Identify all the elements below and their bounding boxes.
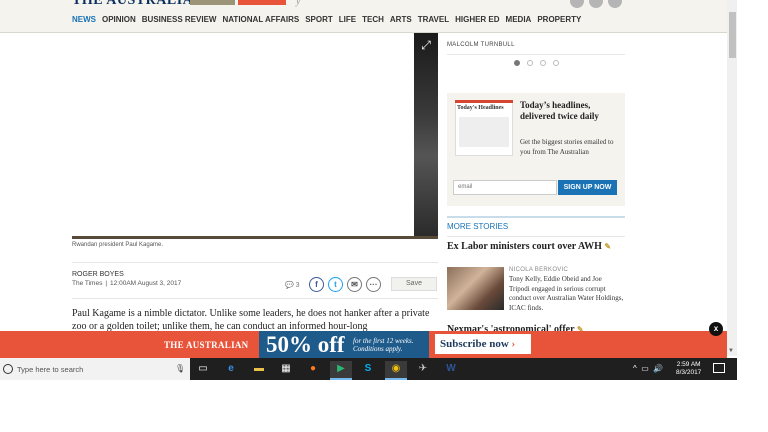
article-date: 12:00AM August 3, 2017 [110,280,182,287]
nav-item-arts[interactable]: ARTS [390,15,412,24]
chrome-icon[interactable]: ◉ [388,361,404,377]
twitter-icon[interactable] [589,0,603,8]
save-button[interactable]: Save [391,277,437,291]
clock-time: 2:59 AM [676,361,701,368]
carousel-dot[interactable] [540,60,546,66]
facebook-icon[interactable] [570,0,584,8]
story-author[interactable]: NICOLA BERKOVIC [509,267,568,273]
nav-item-property[interactable]: PROPERTY [537,15,581,24]
carousel-dot[interactable] [514,60,520,66]
email-input[interactable]: email [453,180,557,195]
task-view-icon[interactable]: ▭ [195,361,211,377]
comments-count[interactable]: 💬 3 [285,281,300,289]
share-email-icon[interactable]: ✉ [347,277,362,292]
nav-item-opinion[interactable]: OPINION [102,15,136,24]
masthead: THE AUSTRALIAN y [0,0,727,8]
video-frame [414,33,438,237]
taskbar-search-input[interactable]: Type here to search [17,365,83,374]
share-facebook-icon[interactable]: f [309,277,324,292]
nav-item-life[interactable]: LIFE [339,15,356,24]
skype-icon[interactable]: S [360,361,376,377]
banner-terms: for the first 12 weeks. Conditions apply… [353,337,414,353]
author-name[interactable]: ROGER BOYES [72,271,124,278]
notification-icon[interactable] [713,363,725,373]
newsletter-thumbnail-accent [455,100,513,103]
image-caption: Rwandan president Paul Kagame. [72,242,164,248]
nav-item-media[interactable]: MEDIA [506,15,532,24]
story-thumbnail[interactable] [447,267,504,310]
scrollbar-thumb[interactable] [729,12,736,58]
comment-icon: 💬 [285,282,294,289]
video-progress-strip [72,236,438,239]
cortana-search-icon [3,364,13,374]
browser-viewport: THE AUSTRALIAN y NEWS OPINION BUSINESS REV… [0,0,737,380]
login-button[interactable] [190,0,235,5]
share-more-icon[interactable]: ··· [366,277,381,292]
app-icon[interactable]: ✈ [415,361,431,377]
more-stories-title: MORE STORIES [447,222,509,231]
subscribe-now-label: Subscribe now [440,338,509,350]
story-headline-text: Ex Labor ministers court over AWH [447,241,602,252]
chevron-right-icon: › [511,338,516,350]
story-summary: Tony Kelly, Eddie Obeid and Joe Tripodi … [509,275,624,312]
newsletter-description: Get the biggest stories emailed to you f… [520,138,614,156]
system-tray-icons[interactable]: ^ ▭ 🔊 [633,364,663,373]
nav-item-higher-ed[interactable]: HIGHER ED [455,15,499,24]
carousel-dot[interactable] [553,60,559,66]
nav-item-tech[interactable]: TECH [362,15,384,24]
microphone-icon[interactable]: 🎙 [175,364,185,373]
clock[interactable]: 2:59 AM 8/3/2017 [676,361,701,377]
divider [72,262,438,263]
newsletter-title: Today’s headlines, delivered twice daily [520,100,599,121]
nav-item-business-review[interactable]: BUSINESS REVIEW [142,15,217,24]
expand-icon[interactable]: ⤢ [414,33,438,57]
nav-item-sport[interactable]: SPORT [305,15,333,24]
signup-button[interactable]: SIGN UP NOW [558,180,617,195]
site-logo[interactable]: THE AUSTRALIAN [72,0,204,8]
carousel-dot[interactable] [527,60,533,66]
divider [447,236,625,237]
nav-item-national-affairs[interactable]: NATIONAL AFFAIRS [222,15,299,24]
firefox-icon[interactable]: ● [305,361,321,377]
close-banner-button[interactable]: x [709,322,723,336]
article-meta: The Times | 12:00AM August 3, 2017 [72,280,182,287]
scroll-down-arrow-icon[interactable]: ▼ [728,348,734,354]
nav-item-news[interactable]: NEWS [72,15,96,24]
newsletter-thumbnail-title: Today's Headlines [457,105,504,111]
instagram-icon[interactable] [608,0,622,8]
banner-offer: 50% off [266,332,345,357]
video-player[interactable] [72,33,438,237]
word-icon[interactable]: W [443,361,459,377]
carousel-label[interactable]: MALCOLM TURNBULL [447,42,515,48]
article-body: Paul Kagame is a nimble dictator. Unlike… [72,308,430,332]
divider [72,298,438,299]
main-nav: NEWS OPINION BUSINESS REVIEW NATIONAL AFFAI… [0,8,727,33]
subscribe-header-button[interactable] [238,0,286,5]
media-player-icon[interactable]: ▶ [333,361,349,377]
story-headline[interactable]: Ex Labor ministers court over AWH ✎ [447,241,622,253]
article-source: The Times [72,280,103,287]
divider [447,54,625,55]
premium-pencil-icon: ✎ [604,242,612,251]
comments-number: 3 [295,282,300,289]
share-twitter-icon[interactable]: t [328,277,343,292]
file-explorer-icon[interactable]: ▬ [251,361,267,377]
subscribe-now-button[interactable]: Subscribe now › [435,334,531,354]
edge-icon[interactable]: e [223,361,239,377]
newsletter-thumbnail-image [459,117,509,147]
more-stories-bar [447,216,625,218]
banner-logo: THE AUSTRALIAN [164,340,249,350]
nav-items: NEWS OPINION BUSINESS REVIEW NATIONAL AFFAI… [72,15,587,24]
nav-item-travel[interactable]: TRAVEL [418,15,449,24]
clock-date: 8/3/2017 [676,369,702,376]
store-icon[interactable]: ▦ [278,361,294,377]
signature-logo: y [296,0,301,7]
